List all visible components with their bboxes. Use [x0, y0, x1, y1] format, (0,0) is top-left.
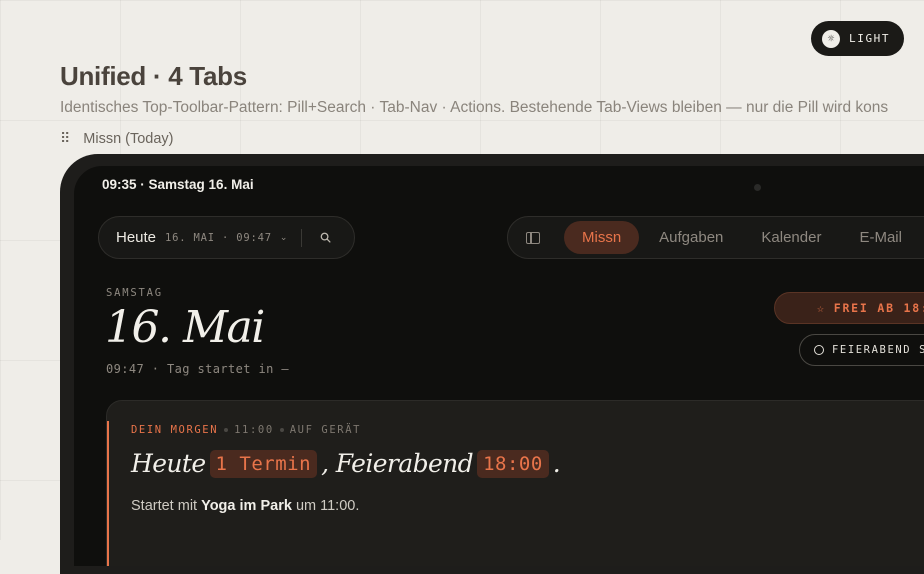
- section-label: Missn (Today): [83, 130, 174, 147]
- meta-separator-dot: [224, 428, 229, 432]
- page-title: Unified · 4 Tabs: [60, 61, 247, 91]
- card-body: Startet mit Yoga im Park um 11:00.: [131, 498, 359, 514]
- appointment-count-chip[interactable]: 1 Termin: [209, 449, 318, 478]
- search-icon[interactable]: [320, 232, 331, 243]
- sidebar-toggle-icon[interactable]: [526, 231, 540, 244]
- status-bar-time: 09:35 · Samstag 16. Mai: [102, 177, 254, 192]
- sun-icon: ☼: [822, 29, 840, 48]
- device-screen: 09:35 · Samstag 16. Mai Heute 16. MAI · …: [74, 166, 924, 566]
- big-date: 16. Mai: [105, 302, 265, 353]
- page-subtitle: Identisches Top-Toolbar-Pattern: Pill+Se…: [60, 99, 889, 116]
- tab-nav: Missn Aufgaben Kalender E-Mail: [507, 216, 924, 259]
- moon-icon: [814, 345, 824, 355]
- headline-prefix: Heute: [131, 449, 206, 478]
- frei-ab-button[interactable]: ☆ FREI AB 18:: [774, 292, 924, 324]
- card-accent-bar: [107, 421, 109, 566]
- card-meta-time: 11:00: [234, 424, 274, 436]
- headline-end: .: [552, 449, 561, 478]
- theme-toggle-button[interactable]: ☼ LIGHT: [811, 21, 904, 56]
- pill-divider: [301, 228, 303, 247]
- card-meta: DEIN MORGEN 11:00 AUF GERÄT: [131, 424, 361, 436]
- today-label: Heute: [116, 229, 157, 246]
- event-name: Yoga im Park: [201, 498, 292, 514]
- camera-dot-icon: [754, 184, 761, 191]
- tab-email[interactable]: E-Mail: [841, 221, 920, 254]
- date-time-meta: 16. MAI · 09:47: [165, 231, 272, 244]
- today-search-pill[interactable]: Heute 16. MAI · 09:47 ⌄: [98, 216, 355, 259]
- feierabend-label: FEIERABEND S: [832, 344, 924, 356]
- end-time-chip[interactable]: 18:00: [477, 449, 549, 478]
- card-meta-label: DEIN MORGEN: [131, 424, 219, 436]
- drag-handle-icon[interactable]: ⠿: [60, 130, 70, 147]
- card-headline: Heute 1 Termin , Feierabend 18:00 .: [131, 449, 561, 478]
- day-subline: 09:47 · Tag startet in —: [106, 362, 289, 376]
- headline-middle: , Feierabend: [321, 449, 474, 478]
- meta-separator-dot: [279, 428, 284, 432]
- theme-toggle-label: LIGHT: [849, 32, 891, 45]
- body-suffix: um 11:00.: [295, 498, 360, 514]
- morning-card: DEIN MORGEN 11:00 AUF GERÄT Heute 1 Term…: [106, 400, 924, 566]
- weekday-label: SAMSTAG: [106, 287, 163, 299]
- section-header: ⠿ Missn (Today): [60, 130, 174, 147]
- frei-ab-label: FREI AB 18:: [833, 301, 924, 315]
- tab-aufgaben[interactable]: Aufgaben: [641, 221, 741, 254]
- card-meta-device: AUF GERÄT: [289, 424, 362, 436]
- body-prefix: Startet mit: [131, 498, 198, 514]
- chevron-down-icon[interactable]: ⌄: [280, 232, 288, 243]
- tab-kalender[interactable]: Kalender: [743, 221, 839, 254]
- tab-missn[interactable]: Missn: [564, 221, 640, 254]
- feierabend-button[interactable]: FEIERABEND S: [799, 334, 924, 366]
- star-icon: ☆: [817, 301, 826, 315]
